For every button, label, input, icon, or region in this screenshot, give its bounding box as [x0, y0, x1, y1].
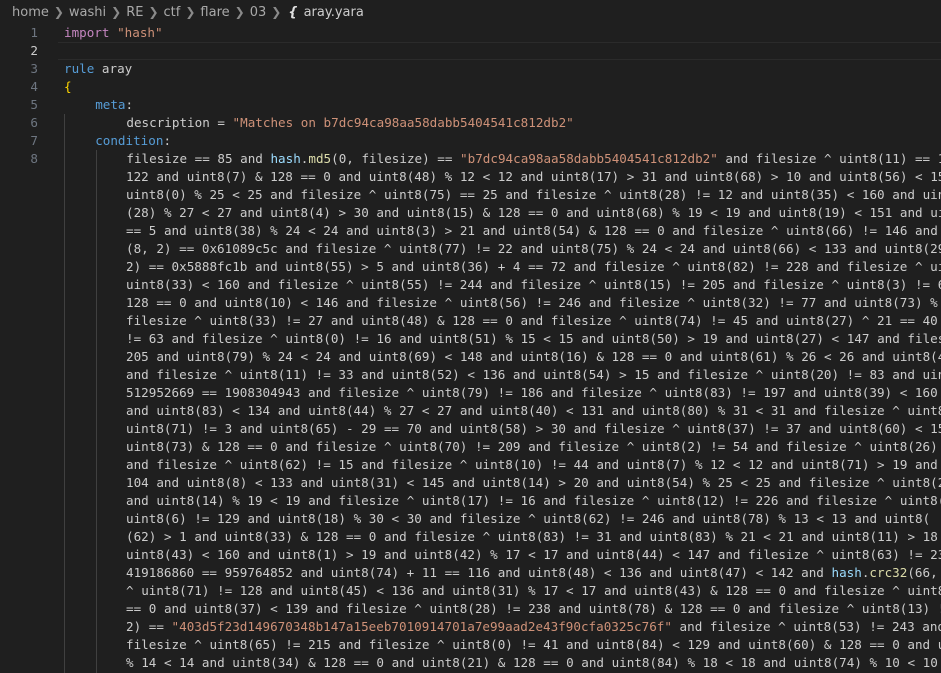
breadcrumb-item[interactable]: ctf [164, 5, 181, 20]
line-number: 2 [30, 43, 38, 58]
code-text: description = "Matches on b7dc94ca98aa58… [126, 115, 574, 130]
code-text: uint8(0) % 25 < 25 and filesize ^ uint8(… [126, 187, 941, 202]
breadcrumb-item[interactable]: washi [69, 5, 106, 20]
code-text: 205 and uint8(79) % 24 < 24 and uint8(69… [126, 349, 941, 364]
code-line[interactable]: 3 rule aray [0, 60, 941, 78]
code-text: (8, 2) == 0x61089c5c and filesize ^ uint… [126, 241, 941, 256]
chevron-right-icon: ❯ [185, 5, 196, 19]
code-text: and filesize ^ uint8(11) != 33 and uint8… [126, 367, 941, 382]
chevron-right-icon: ❯ [111, 5, 122, 19]
code-text: == 0 and uint8(37) < 139 and filesize ^ … [126, 601, 941, 616]
chevron-right-icon: ❯ [271, 5, 282, 19]
code-text: 2) == 0x5888fc1b and uint8(55) > 5 and u… [126, 259, 941, 274]
code-text: 2) == "403d5f23d149670348b147a15eeb70109… [126, 619, 941, 634]
code-line[interactable]: 5 meta: [0, 96, 941, 114]
code-text: and filesize ^ uint8(62) != 15 and files… [126, 457, 938, 472]
breadcrumb-file[interactable]: aray.yara [304, 5, 364, 20]
code-text: meta: [95, 97, 134, 112]
code-text: (28) % 27 < 27 and uint8(4) > 30 and uin… [126, 205, 941, 220]
breadcrumb-item[interactable]: home [12, 5, 49, 20]
code-text: != 63 and filesize ^ uint8(0) != 16 and … [126, 331, 941, 346]
line-number: 1 [30, 25, 38, 40]
code-text: and uint8(83) < 134 and uint8(44) % 27 <… [126, 403, 941, 418]
code-line[interactable]: 6 description = "Matches on b7dc94ca98aa5… [0, 114, 941, 132]
code-text: ^ uint8(71) != 128 and uint8(45) < 136 a… [126, 583, 941, 598]
code-text: == 5 and uint8(38) % 24 < 24 and uint8(3… [126, 223, 938, 238]
line-number: 7 [30, 133, 38, 148]
code-text: 512952669 == 1908304943 and filesize ^ u… [126, 385, 938, 400]
code-line[interactable]: 7 condition: [0, 132, 941, 150]
breadcrumb-item[interactable]: flare [200, 5, 229, 20]
code-text: import "hash" [64, 25, 163, 40]
code-line[interactable]: 4{ [0, 78, 941, 96]
code-text: 122 and uint8(7) & 128 == 0 and uint8(48… [126, 169, 941, 184]
line-number: 5 [30, 97, 38, 112]
code-text: 104 and uint8(8) < 133 and uint8(31) < 1… [126, 475, 941, 490]
code-text: uint8(43) < 160 and uint8(1) > 19 and ui… [126, 547, 941, 562]
code-line[interactable]: 1 import "hash" [0, 24, 941, 42]
chevron-right-icon: ❯ [148, 5, 159, 19]
code-text: (62) > 1 and uint8(33) & 128 == 0 and fi… [126, 529, 938, 544]
code-text: filesize == 85 and hash.md5(0, filesize)… [126, 151, 941, 166]
breadcrumb-item[interactable]: 03 [250, 5, 267, 20]
breadcrumb-item[interactable]: RE [126, 5, 143, 20]
breadcrumb: home ❯ washi ❯ RE ❯ ctf ❯ flare ❯ 03 ❯ { aray.yara [0, 0, 941, 24]
code-text: condition: [95, 133, 172, 148]
code-text: and uint8(14) % 19 < 19 and filesize ^ u… [126, 493, 941, 508]
code-text: 128 == 0 and uint8(10) < 146 and filesiz… [126, 295, 938, 310]
code-editor[interactable]: 1 import "hash" 2 3 rule aray 4{5 meta: 6 descri… [0, 24, 941, 673]
code-text: uint8(71) != 3 and uint8(65) - 29 == 70 … [126, 421, 941, 436]
code-text: uint8(6) != 129 and uint8(18) % 30 < 30 … [126, 511, 931, 526]
code-line[interactable]: 8 filesize == 85 and hash.md5(0, filesize… [0, 150, 941, 168]
code-text: % 14 < 14 and uint8(34) & 128 == 0 and u… [126, 655, 938, 670]
indent-guide [64, 114, 65, 673]
code-text: uint8(33) < 160 and filesize ^ uint8(55)… [126, 277, 941, 292]
code-text: { [64, 79, 72, 94]
code-text: uint8(73) & 128 == 0 and filesize ^ uint… [126, 439, 938, 454]
code-text: 419186860 == 959764852 and uint8(74) + 1… [126, 565, 938, 580]
chevron-right-icon: ❯ [53, 5, 64, 19]
code-text: filesize ^ uint8(33) != 27 and uint8(48)… [126, 313, 938, 328]
code-line[interactable]: 2 [0, 42, 941, 60]
code-text: rule aray [64, 61, 133, 76]
line-number: 8 [30, 151, 38, 166]
line-number: 3 [30, 61, 38, 76]
line-number: 6 [30, 115, 38, 130]
indent-guide [96, 150, 97, 673]
line-number: 4 [30, 79, 38, 94]
chevron-right-icon: ❯ [234, 5, 245, 19]
yara-file-icon: { [288, 4, 298, 20]
code-text: filesize ^ uint8(65) != 215 and filesize… [126, 637, 941, 652]
